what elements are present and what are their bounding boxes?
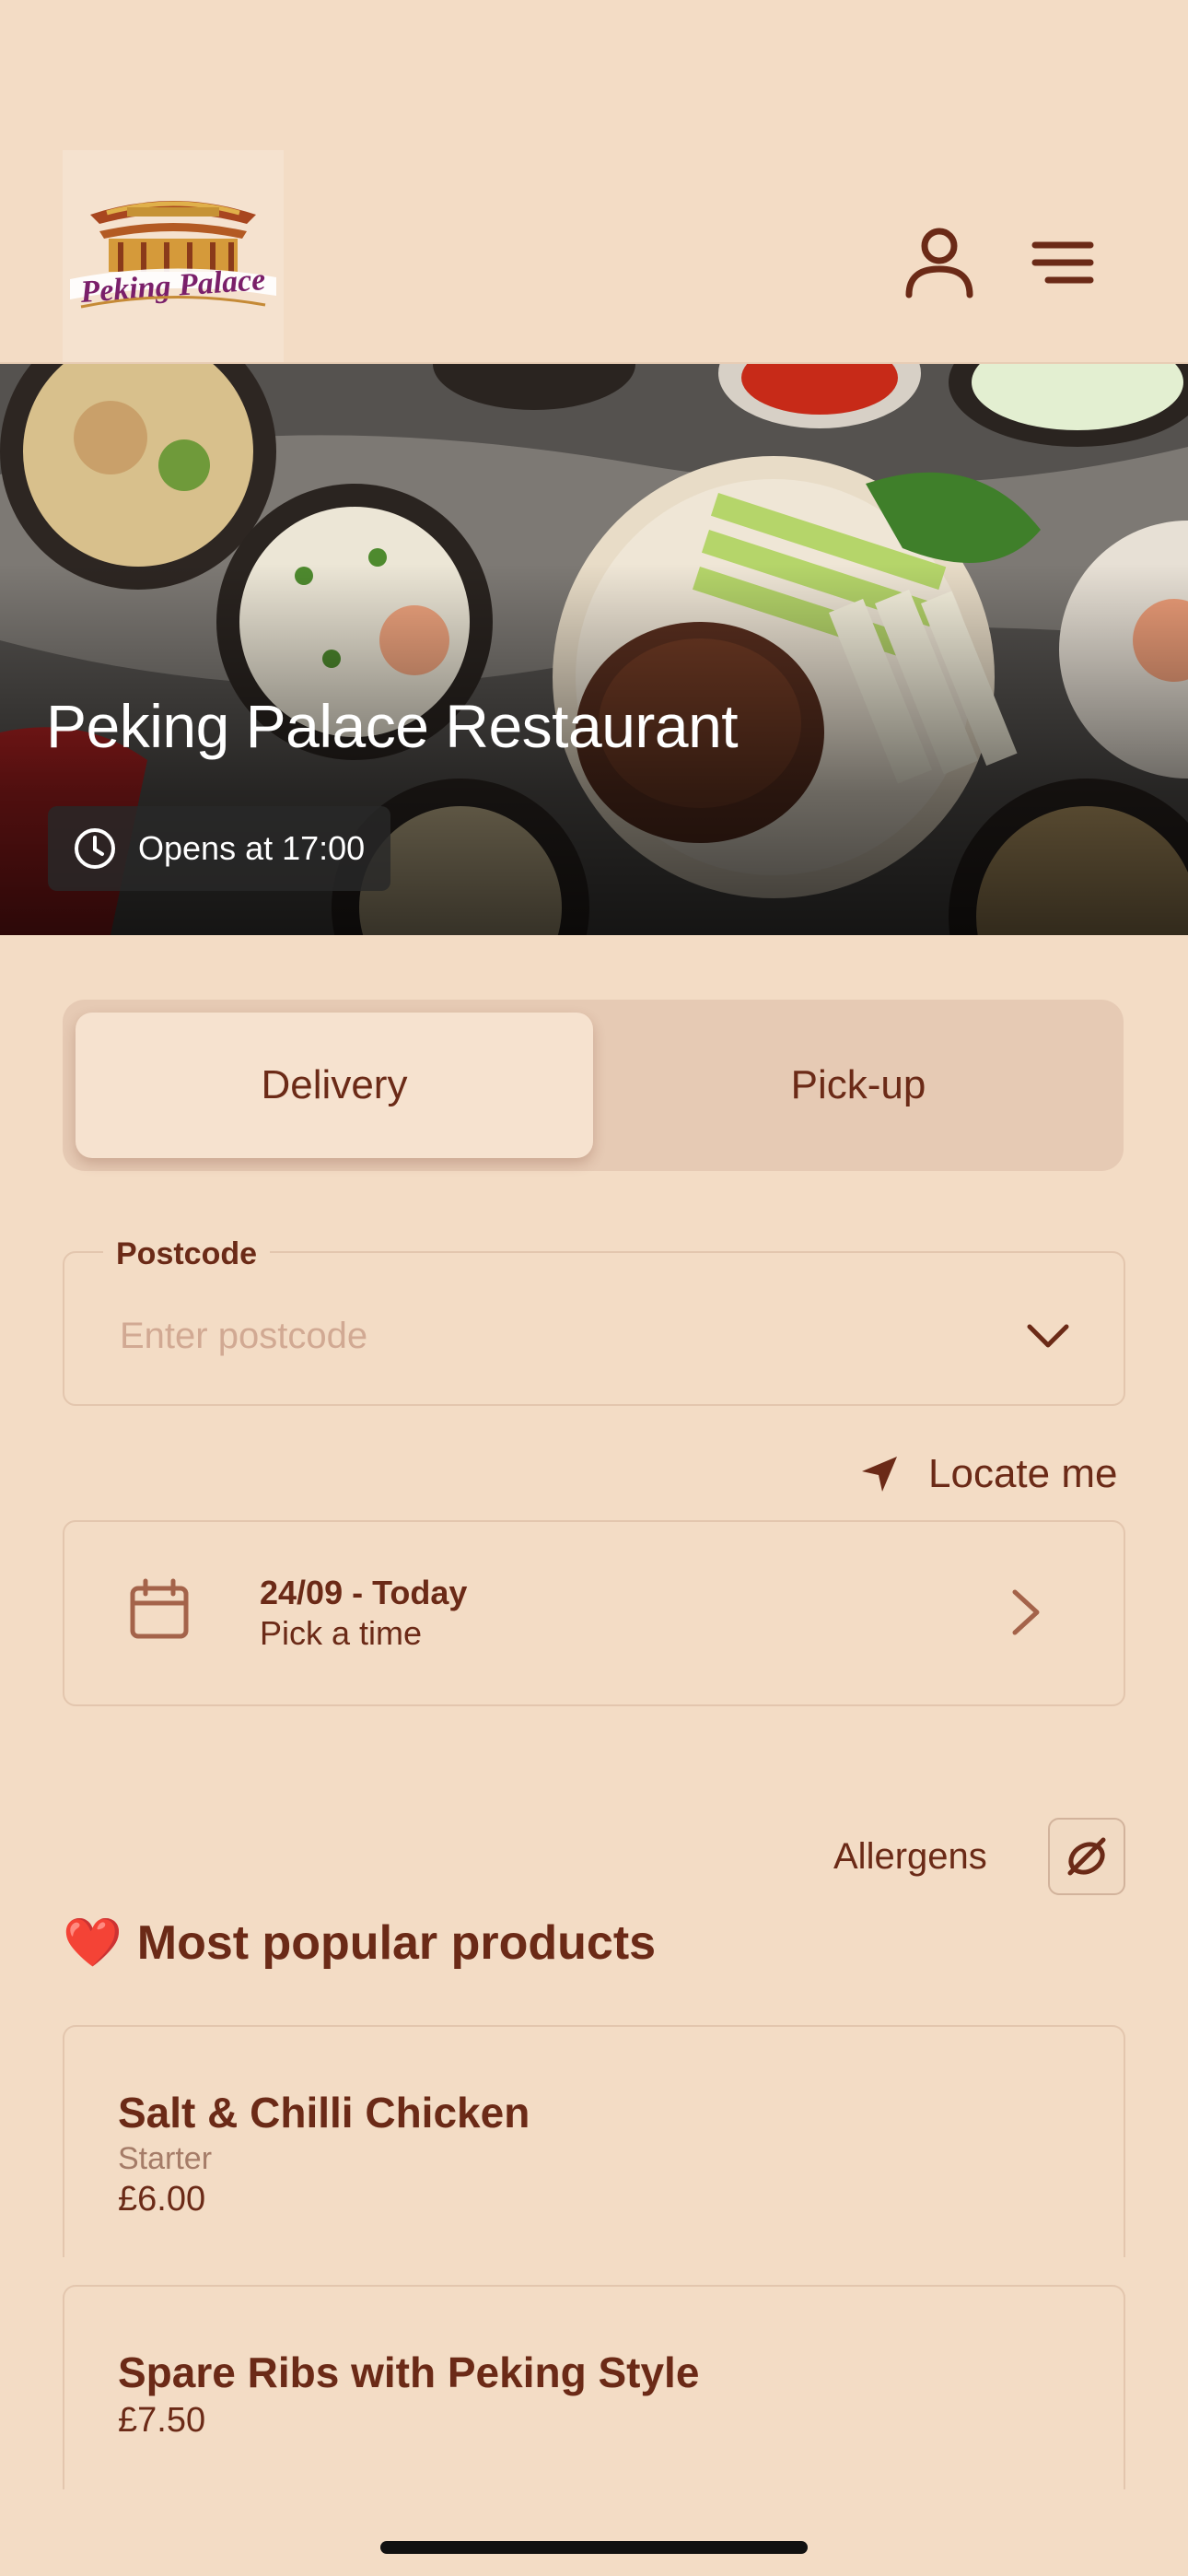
pickup-tab-label: Pick-up bbox=[790, 1062, 926, 1107]
product-card[interactable]: Salt & Chilli Chicken Starter £6.00 bbox=[63, 2025, 1125, 2257]
postcode-input[interactable] bbox=[120, 1308, 949, 1364]
order-mode-toggle: Delivery Pick-up bbox=[63, 1000, 1124, 1171]
hamburger-menu-icon bbox=[1031, 241, 1094, 284]
locate-me-label: Locate me bbox=[928, 1451, 1118, 1496]
hero-banner: Peking Palace Restaurant Opens at 17:00 bbox=[0, 364, 1188, 935]
product-price: £7.50 bbox=[118, 2401, 206, 2440]
popular-products-title-text: Most popular products bbox=[136, 1915, 657, 1970]
allergens-button[interactable] bbox=[1048, 1818, 1125, 1895]
restaurant-name: Peking Palace Restaurant bbox=[46, 692, 739, 760]
allergen-icon bbox=[1067, 1837, 1106, 1876]
product-category: Starter bbox=[118, 2141, 213, 2176]
home-indicator bbox=[380, 2541, 808, 2554]
product-card[interactable]: Spare Ribs with Peking Style £7.50 bbox=[63, 2285, 1125, 2489]
date-time-picker[interactable] bbox=[63, 1520, 1125, 1706]
delivery-tab-label: Delivery bbox=[261, 1062, 408, 1107]
postcode-dropdown-button[interactable] bbox=[1020, 1308, 1076, 1364]
selected-date: 24/09 - Today bbox=[260, 1574, 468, 1611]
user-icon bbox=[905, 228, 973, 299]
chevron-down-icon bbox=[1027, 1324, 1069, 1348]
allergens-label: Allergens bbox=[833, 1836, 987, 1877]
locate-me-button[interactable]: Locate me bbox=[856, 1446, 1117, 1502]
delivery-tab[interactable]: Delivery bbox=[76, 1013, 593, 1158]
location-arrow-icon bbox=[862, 1457, 897, 1492]
menu-button[interactable] bbox=[1024, 221, 1107, 304]
restaurant-logo[interactable]: Peking Palace bbox=[63, 150, 284, 371]
postcode-label: Postcode bbox=[103, 1236, 271, 1272]
pick-time-text: Pick a time bbox=[260, 1614, 423, 1652]
pickup-tab[interactable]: Pick-up bbox=[606, 1013, 1111, 1158]
account-button[interactable] bbox=[898, 221, 981, 304]
chevron-right-icon bbox=[1002, 1587, 1048, 1638]
opening-status-text: Opens at 17:00 bbox=[138, 829, 366, 867]
product-name: Spare Ribs with Peking Style bbox=[118, 2348, 700, 2396]
opening-status-badge: Opens at 17:00 bbox=[48, 806, 391, 891]
calendar-icon bbox=[127, 1577, 192, 1642]
popular-products-title: ❤️ Most popular products bbox=[63, 1914, 656, 1971]
heart-icon: ❤️ bbox=[63, 1916, 122, 1970]
product-price: £6.00 bbox=[118, 2180, 206, 2219]
clock-icon bbox=[75, 828, 115, 869]
product-name: Salt & Chilli Chicken bbox=[118, 2089, 530, 2137]
